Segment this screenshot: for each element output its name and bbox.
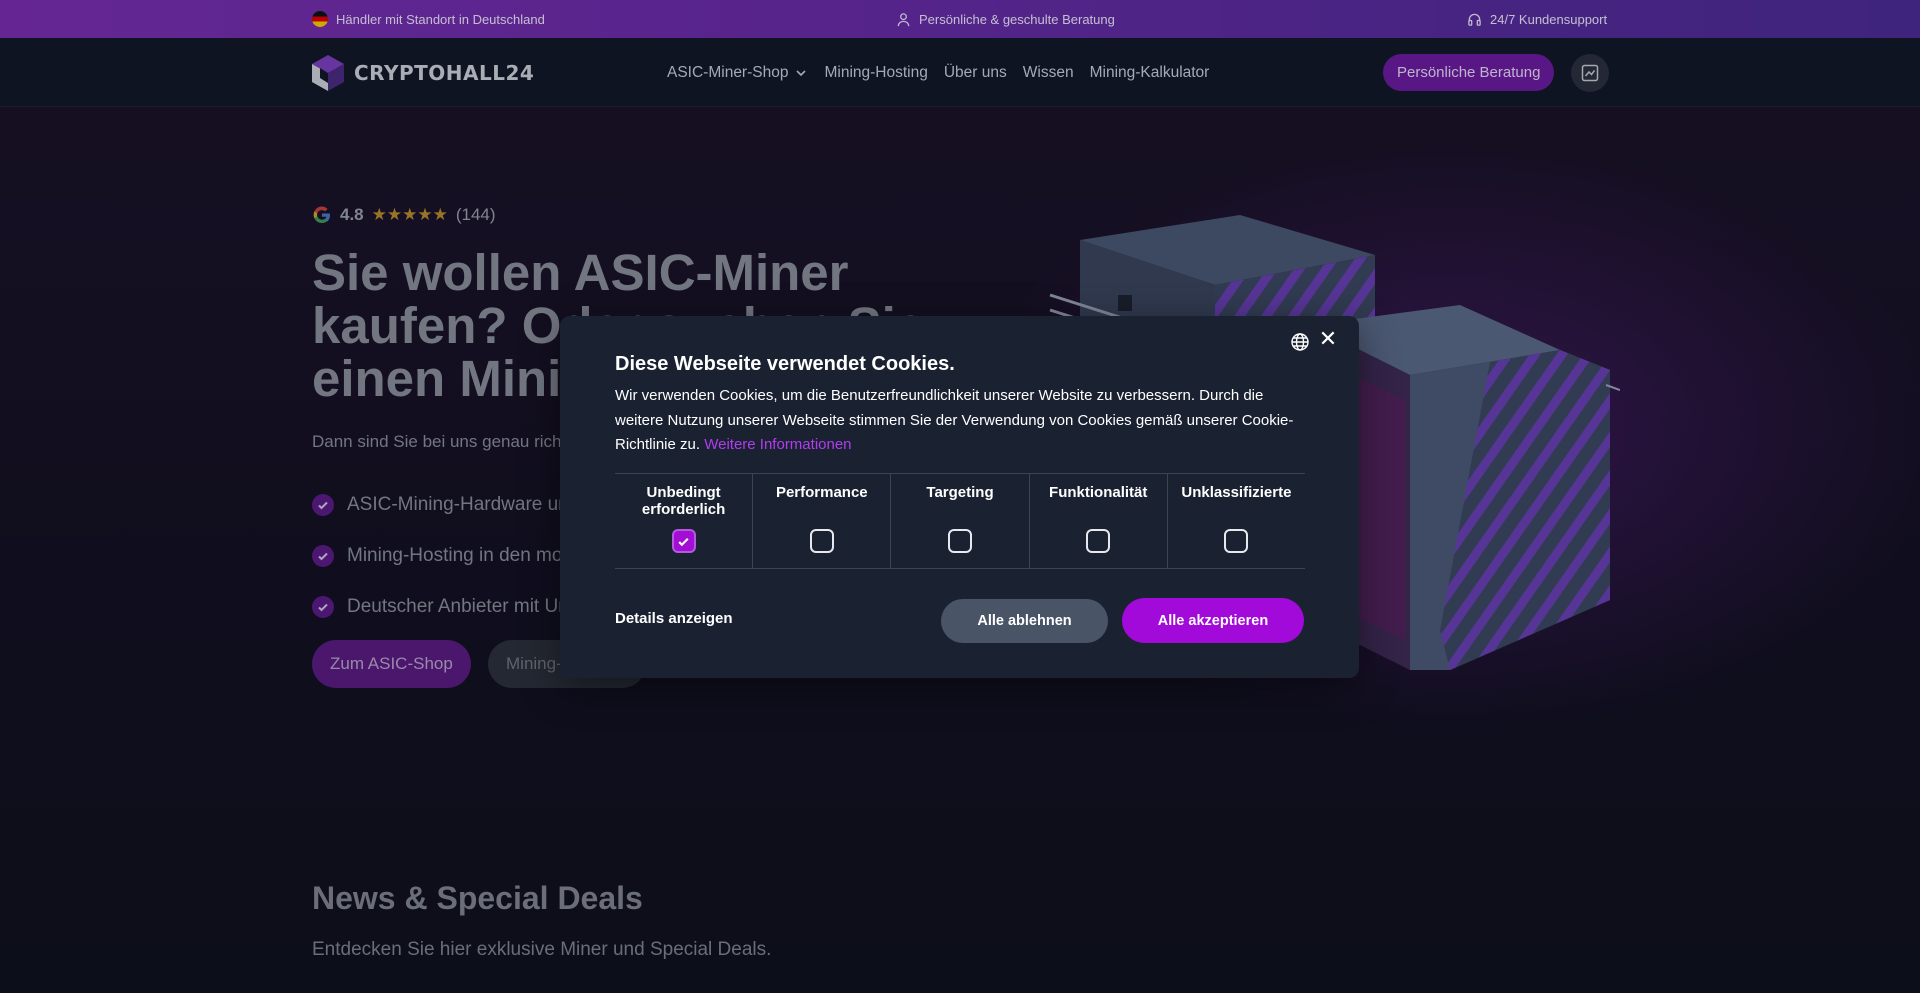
cookie-category-label: Performance bbox=[775, 484, 868, 501]
checkbox-unclassified[interactable] bbox=[1224, 529, 1249, 553]
check-icon bbox=[678, 537, 689, 546]
cookie-text: Wir verwenden Cookies, um die Benutzerfr… bbox=[615, 384, 1315, 458]
checkbox-targeting[interactable] bbox=[948, 529, 972, 553]
globe-icon[interactable] bbox=[1290, 332, 1310, 352]
cookie-category-unclassified: Unklassifizierte bbox=[1168, 474, 1305, 568]
checkbox-necessary[interactable] bbox=[671, 529, 696, 553]
checkbox-performance[interactable] bbox=[809, 529, 834, 553]
checkbox-functionality[interactable] bbox=[1086, 529, 1111, 553]
cookie-category-functionality: Funktionalität bbox=[1030, 474, 1168, 568]
cookie-category-label: Targeting bbox=[926, 484, 994, 501]
reject-all-button[interactable]: Alle ablehnen bbox=[941, 599, 1108, 643]
cookie-consent-dialog: ✕ Diese Webseite verwendet Cookies. Wir … bbox=[560, 316, 1359, 678]
cookie-categories: Unbedingt erforderlich Performance Targe… bbox=[615, 473, 1305, 569]
cookie-category-label: Unbedingt erforderlich bbox=[641, 484, 726, 518]
cookie-category-label: Unklassifizierte bbox=[1181, 484, 1292, 501]
cookie-category-performance: Performance bbox=[753, 474, 892, 568]
cookie-category-necessary: Unbedingt erforderlich bbox=[615, 474, 754, 568]
close-icon[interactable]: ✕ bbox=[1317, 326, 1339, 351]
more-info-link[interactable]: Weitere Informationen bbox=[704, 436, 851, 453]
accept-all-button[interactable]: Alle akzeptieren bbox=[1122, 598, 1304, 643]
show-details-link[interactable]: Details anzeigen bbox=[615, 610, 733, 627]
cookie-title: Diese Webseite verwendet Cookies. bbox=[615, 353, 955, 375]
cookie-category-targeting: Targeting bbox=[891, 474, 1030, 568]
cookie-category-label: Funktionalität bbox=[1049, 484, 1148, 501]
